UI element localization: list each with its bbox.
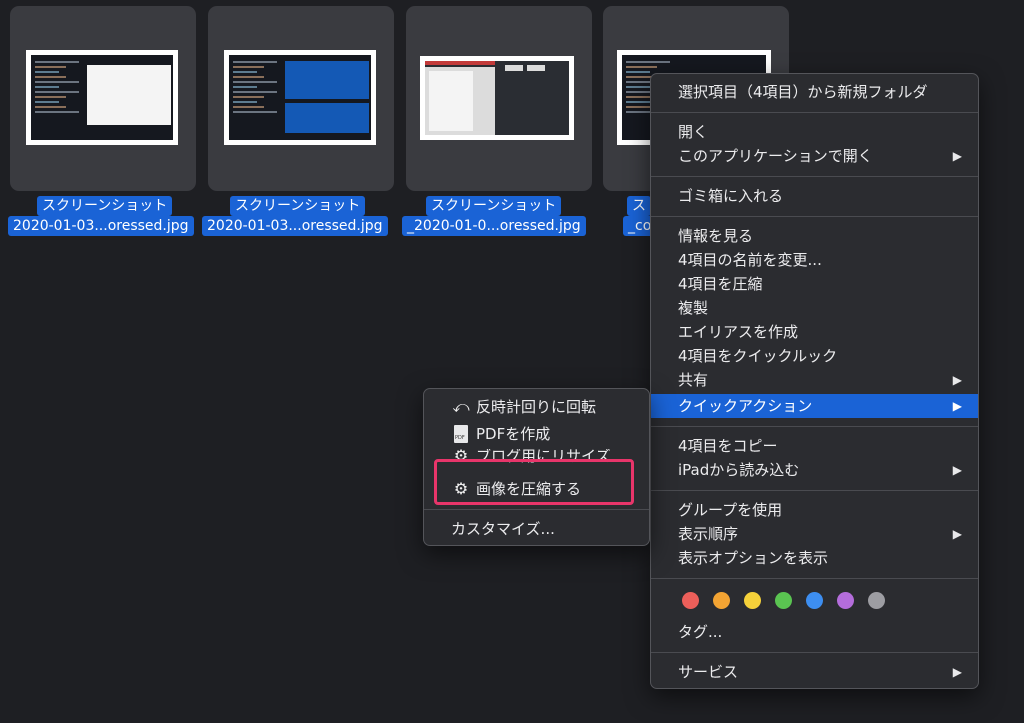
submenu-arrow-icon: ▶ — [952, 373, 962, 387]
menu-item-use-groups[interactable]: グループを使用 — [651, 498, 978, 522]
menu-item-new-folder-from-selection[interactable]: 選択項目（4項目）から新規フォルダ — [651, 80, 978, 104]
file-name-line2: _2020-01-0...oressed.jpg — [402, 216, 586, 236]
file-name-line1: ス — [627, 196, 651, 216]
submenu-item-create-pdf[interactable]: PDF PDFを作成 — [424, 422, 649, 446]
submenu-item-label: PDFを作成 — [476, 425, 551, 443]
menu-item-label: 共有 — [678, 371, 709, 389]
context-menu: 選択項目（4項目）から新規フォルダ 開く このアプリケーションで開く ▶ ゴミ箱… — [650, 73, 979, 689]
menu-item-share[interactable]: 共有 ▶ — [651, 368, 978, 392]
menu-separator — [651, 112, 978, 113]
file-thumbnail — [26, 50, 178, 145]
menu-separator — [651, 176, 978, 177]
file-name-line1: スクリーンショット — [426, 196, 562, 216]
menu-item-get-info[interactable]: 情報を見る — [651, 224, 978, 248]
menu-separator — [651, 216, 978, 217]
submenu-arrow-icon: ▶ — [952, 527, 962, 541]
menu-item-make-alias[interactable]: エイリアスを作成 — [651, 320, 978, 344]
submenu-item-rotate-left[interactable]: ⤺ 反時計回りに回転 — [424, 395, 649, 419]
file-thumbnail — [224, 50, 376, 145]
submenu-arrow-icon: ▶ — [952, 463, 962, 477]
menu-item-duplicate[interactable]: 複製 — [651, 296, 978, 320]
file-name-line2: 2020-01-03...oressed.jpg — [202, 216, 388, 236]
menu-item-tags[interactable]: タグ... — [651, 620, 978, 644]
tag-orange-dot[interactable] — [713, 592, 730, 609]
menu-item-label: クイックアクション — [678, 397, 813, 415]
menu-item-label: このアプリケーションで開く — [678, 147, 873, 165]
menu-separator — [651, 426, 978, 427]
menu-item-services[interactable]: サービス ▶ — [651, 660, 978, 684]
highlight-frame — [434, 459, 634, 505]
tag-green-dot[interactable] — [775, 592, 792, 609]
tag-gray-dot[interactable] — [868, 592, 885, 609]
file-name-line2: 2020-01-03...oressed.jpg — [8, 216, 194, 236]
file-thumbnail — [420, 56, 574, 140]
menu-separator — [651, 652, 978, 653]
submenu-item-label: 反時計回りに回転 — [476, 398, 597, 416]
menu-item-move-to-trash[interactable]: ゴミ箱に入れる — [651, 184, 978, 208]
tag-red-dot[interactable] — [682, 592, 699, 609]
menu-item-quick-look[interactable]: 4項目をクイックルック — [651, 344, 978, 368]
menu-separator — [651, 578, 978, 579]
menu-item-open-with[interactable]: このアプリケーションで開く ▶ — [651, 144, 978, 168]
pdf-file-icon: PDF — [454, 425, 468, 443]
menu-item-show-view-options[interactable]: 表示オプションを表示 — [651, 546, 978, 570]
rotate-left-icon: ⤺ — [452, 397, 470, 416]
menu-item-compress[interactable]: 4項目を圧縮 — [651, 272, 978, 296]
file-name-line1: スクリーンショット — [37, 196, 173, 216]
menu-item-label: サービス — [678, 663, 739, 681]
menu-item-import-from-ipad[interactable]: iPadから読み込む ▶ — [651, 458, 978, 482]
tag-blue-dot[interactable] — [806, 592, 823, 609]
menu-item-label: 表示順序 — [678, 525, 739, 543]
menu-item-copy[interactable]: 4項目をコピー — [651, 434, 978, 458]
menu-item-quick-actions[interactable]: クイックアクション ▶ — [651, 394, 978, 418]
submenu-arrow-icon: ▶ — [952, 149, 962, 163]
menu-separator — [424, 509, 649, 510]
submenu-arrow-icon: ▶ — [952, 399, 962, 413]
finder-window: スクリーンショット 2020-01-03...oressed.jpg スクリーン… — [0, 0, 1024, 723]
menu-separator — [651, 490, 978, 491]
tag-yellow-dot[interactable] — [744, 592, 761, 609]
menu-item-sort-by[interactable]: 表示順序 ▶ — [651, 522, 978, 546]
menu-item-rename[interactable]: 4項目の名前を変更... — [651, 248, 978, 272]
submenu-item-customize[interactable]: カスタマイズ... — [424, 517, 649, 541]
file-name-line1: スクリーンショット — [230, 196, 366, 216]
tag-purple-dot[interactable] — [837, 592, 854, 609]
menu-item-open[interactable]: 開く — [651, 120, 978, 144]
submenu-arrow-icon: ▶ — [952, 665, 962, 679]
menu-item-label: iPadから読み込む — [678, 461, 800, 479]
